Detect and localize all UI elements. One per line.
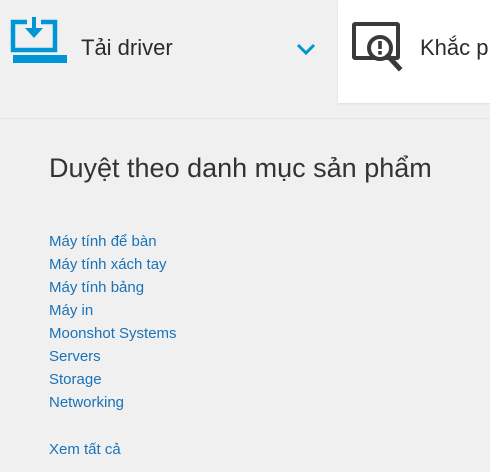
download-laptop-icon bbox=[10, 15, 68, 71]
category-list: Máy tính để bàn Máy tính xách tay Máy tí… bbox=[49, 232, 177, 416]
see-all-link[interactable]: Xem tất cả bbox=[49, 440, 121, 460]
tab-download-driver-label: Tải driver bbox=[81, 35, 173, 60]
category-link-tablets[interactable]: Máy tính bảng bbox=[49, 279, 144, 296]
category-link-printers[interactable]: Máy in bbox=[49, 302, 93, 319]
category-link-servers[interactable]: Servers bbox=[49, 348, 101, 365]
category-link-networking[interactable]: Networking bbox=[49, 394, 124, 411]
list-item: Máy tính bảng bbox=[49, 278, 177, 301]
search-diagnose-icon bbox=[352, 22, 404, 72]
category-link-desktops[interactable]: Máy tính để bàn bbox=[49, 233, 157, 250]
header-divider bbox=[0, 118, 490, 119]
list-item: Servers bbox=[49, 347, 177, 370]
list-item: Máy in bbox=[49, 301, 177, 324]
category-link-storage[interactable]: Storage bbox=[49, 371, 102, 388]
tab-troubleshoot[interactable]: Khắc p bbox=[338, 0, 490, 103]
category-link-laptops[interactable]: Máy tính xách tay bbox=[49, 256, 167, 273]
list-item: Networking bbox=[49, 393, 177, 416]
category-link-moonshot[interactable]: Moonshot Systems bbox=[49, 325, 177, 342]
chevron-down-icon[interactable] bbox=[296, 42, 316, 56]
tab-download-driver[interactable]: Tải driver bbox=[0, 0, 326, 100]
tab-troubleshoot-label: Khắc p bbox=[420, 35, 489, 60]
list-item: Moonshot Systems bbox=[49, 324, 177, 347]
list-item: Máy tính để bàn bbox=[49, 232, 177, 255]
list-item: Máy tính xách tay bbox=[49, 255, 177, 278]
browse-by-category-title: Duyệt theo danh mục sản phẩm bbox=[49, 153, 432, 183]
list-item: Storage bbox=[49, 370, 177, 393]
